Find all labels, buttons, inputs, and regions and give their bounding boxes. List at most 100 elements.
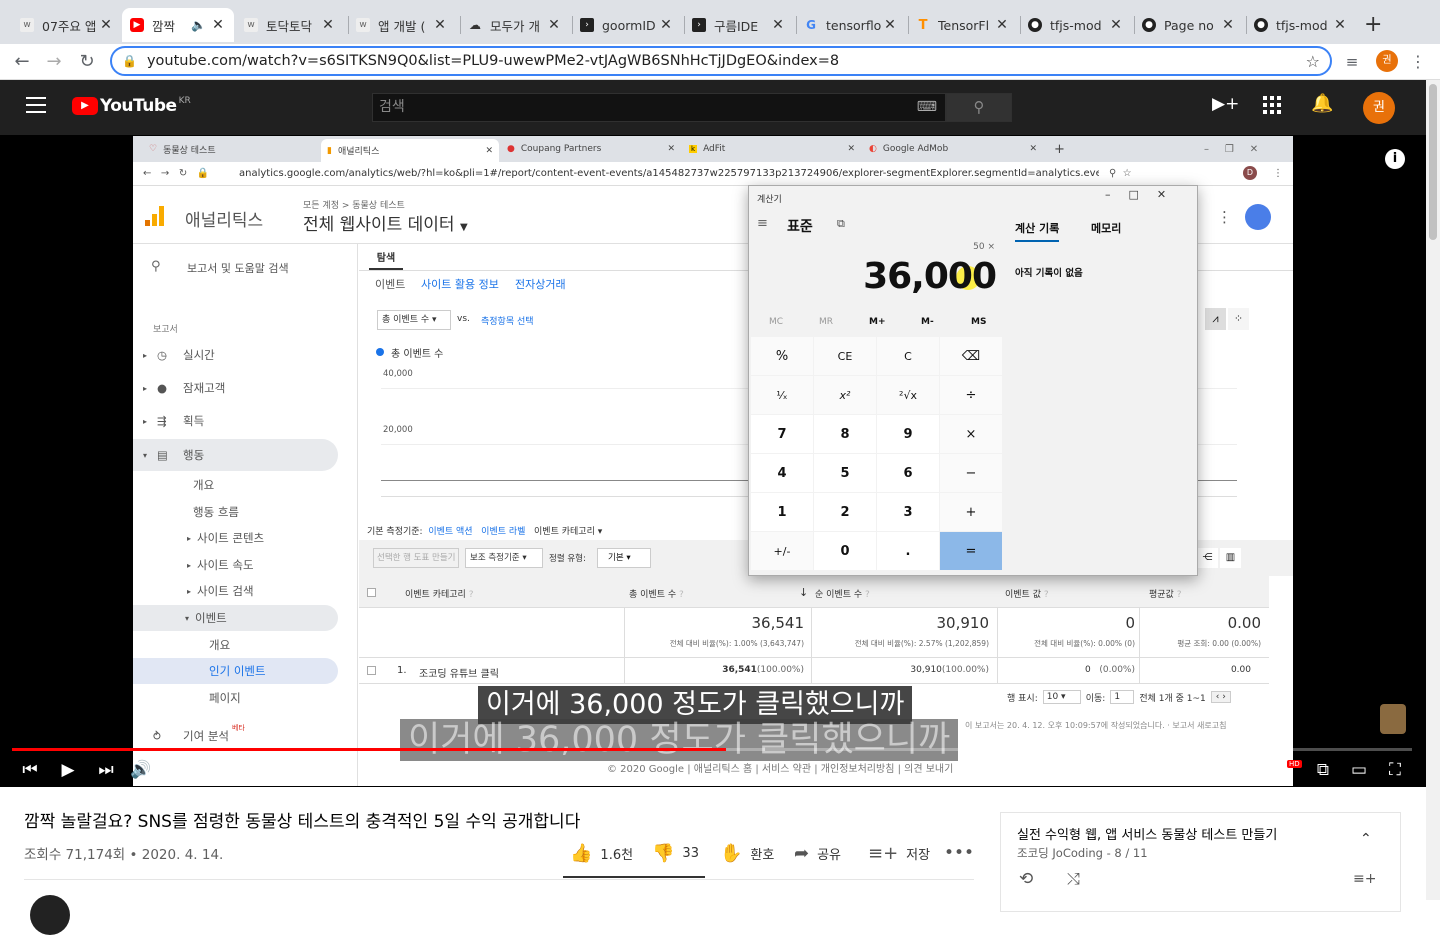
collapse-chevron-icon[interactable]: ⌃: [1360, 831, 1372, 847]
notifications-bell-icon[interactable]: 🔔: [1311, 93, 1333, 114]
new-tab-icon[interactable]: +: [1364, 12, 1382, 37]
menu-kebab-icon[interactable]: ⋮: [1406, 50, 1430, 74]
inner-tab-strip: ♡ 동물상 테스트 ▮ 애널리틱스 ✕ ● Coupang Partners ✕ k AdF…: [133, 136, 1293, 162]
create-video-icon[interactable]: ▶+: [1212, 94, 1239, 114]
github-icon: ●: [1028, 18, 1042, 32]
col-unique-events: 순 이벤트 수 ?: [815, 590, 870, 600]
keyboard-icon[interactable]: ⌨: [917, 94, 937, 121]
close-tab-icon[interactable]: ✕: [882, 17, 898, 33]
nav-label: 잠재고객: [183, 381, 226, 395]
nav-events: ▾ 이벤트: [133, 605, 338, 631]
inner-window-controls: – ❐ ✕: [1204, 143, 1259, 155]
fullscreen-icon[interactable]: ⛶: [1382, 760, 1408, 780]
sentiment-bar: [563, 876, 705, 878]
close-tab-icon[interactable]: ✕: [98, 17, 114, 33]
close-tab-icon[interactable]: ✕: [432, 17, 448, 33]
video-title: 깜짝 놀랄걸요? SNS를 점령한 동물상 테스트의 충격적인 5일 수익 공개…: [24, 812, 581, 832]
youtube-logo[interactable]: ▶ YouTube KR: [72, 96, 191, 116]
m-plus-button: M+: [869, 317, 886, 327]
subtitles-icon[interactable]: ▤: [1238, 760, 1264, 780]
key-equals: =: [940, 532, 1002, 570]
primary-dimension: 기본 측정기준: 이벤트 액션 이벤트 라벨 이벤트 카테고리 ▾: [367, 527, 603, 537]
browser-tab[interactable]: T TensorFl ✕: [908, 8, 1018, 42]
menu-icon: ≡: [757, 216, 768, 231]
browser-tab[interactable]: w 07주요 앱 ✕: [12, 8, 122, 42]
key-percent: %: [751, 337, 813, 375]
browser-tab[interactable]: ☁ 모두가 개 ✕: [460, 8, 570, 42]
playlist-title[interactable]: 실전 수익형 웹, 앱 서비스 동물상 테스트 만들기: [1017, 824, 1277, 843]
close-tab-icon[interactable]: ✕: [1108, 17, 1124, 33]
profile-avatar[interactable]: 권: [1376, 50, 1398, 72]
more-actions-icon[interactable]: •••: [944, 843, 974, 863]
channel-watermark[interactable]: [1380, 704, 1406, 734]
volume-icon[interactable]: 🔊: [128, 760, 154, 780]
url-text[interactable]: youtube.com/watch?v=s6SITKSN9Q0&list=PLU…: [147, 53, 1306, 69]
speaker-icon[interactable]: 🔈: [191, 18, 206, 32]
channel-avatar[interactable]: [30, 895, 70, 935]
table-row: 1. 조코딩 유튜브 클릭 36,541(100.00%) 30,910(100…: [359, 658, 1269, 684]
total-events-sub: 전체 대비 비율(%): 1.00% (3,643,747): [669, 639, 804, 648]
key-3: 3: [877, 493, 939, 531]
close-tab-icon[interactable]: ✕: [1332, 17, 1348, 33]
browser-tab[interactable]: w 토닥토닥 ✕: [236, 8, 344, 42]
browser-tab[interactable]: w 앱 개발 (✕: [348, 8, 456, 42]
next-icon[interactable]: ⏭: [93, 760, 119, 780]
browser-tab[interactable]: › 구름IDE ✕: [684, 8, 794, 42]
browser-tab[interactable]: ● tfjs-mod ✕: [1020, 8, 1132, 42]
table-header: 이벤트 카테고리 ? 총 이벤트 수 ? ↓ 순 이벤트 수 ? 이벤트 값 ?…: [359, 576, 1269, 608]
inner-tab: ♡ 동물상 테스트: [149, 144, 216, 156]
inner-tab-label: 애널리틱스: [337, 147, 380, 157]
previous-icon[interactable]: ⏮: [17, 760, 43, 780]
rows-label: 행 표시:: [1007, 693, 1038, 704]
close-tab-icon[interactable]: ✕: [658, 17, 674, 33]
account-avatar[interactable]: 권: [1363, 92, 1395, 124]
dislike-button[interactable]: 👎 33: [652, 843, 699, 864]
browser-tab[interactable]: ● Page no ✕: [1134, 8, 1244, 42]
browser-tab[interactable]: ● tfjs-mod ✕: [1246, 8, 1356, 42]
playlist-menu-icon[interactable]: ≡+: [1353, 871, 1376, 887]
close-tab-icon[interactable]: ✕: [1220, 17, 1236, 33]
search-input[interactable]: 검색 ⌨: [372, 93, 946, 122]
hd-badge: HD: [1287, 760, 1302, 768]
col-total-events: 총 이벤트 수 ?: [629, 590, 684, 600]
thanks-button[interactable]: ✋ 환호: [720, 843, 774, 864]
table-totals: 36,541 전체 대비 비율(%): 1.00% (3,643,747) 30…: [359, 608, 1269, 684]
omnibox[interactable]: 🔒 youtube.com/watch?v=s6SITKSN9Q0&list=P…: [110, 46, 1332, 76]
browser-tab[interactable]: › goormID ✕: [572, 8, 682, 42]
thumbs-down-icon: 👎: [652, 843, 675, 864]
event-value-total: 0: [1125, 614, 1135, 632]
inner-new-tab-icon: +: [1054, 141, 1065, 157]
reload-icon[interactable]: ↻: [75, 50, 99, 74]
bookmark-star-icon[interactable]: ☆: [1306, 52, 1320, 71]
back-icon[interactable]: ←: [10, 50, 34, 74]
theater-mode-icon[interactable]: ▭: [1346, 760, 1372, 780]
browser-tab[interactable]: Gtensorflo ✕: [796, 8, 906, 42]
subtab-ecommerce: 전자상거래: [515, 278, 566, 291]
save-button[interactable]: ≡+ 저장: [868, 843, 930, 864]
scrollbar-thumb[interactable]: [1429, 84, 1437, 240]
close-tab-icon[interactable]: ✕: [546, 17, 562, 33]
close-tab-icon[interactable]: ✕: [994, 17, 1010, 33]
play-icon[interactable]: ▶: [55, 760, 81, 780]
loop-icon[interactable]: ⟲: [1019, 869, 1033, 889]
inner-tab-label: AdFit: [703, 144, 726, 154]
close-tab-icon[interactable]: ✕: [320, 17, 336, 33]
browser-tab-active[interactable]: ▶ 깜짝 🔈 ✕: [122, 8, 234, 42]
search-button[interactable]: ⚲: [946, 93, 1012, 122]
legend-dot: [376, 348, 384, 356]
apps-grid-icon[interactable]: [1263, 96, 1281, 114]
col-unique-label: 순 이벤트 수: [815, 590, 863, 600]
nav-label: 사이트 검색: [197, 584, 254, 598]
hamburger-menu-icon[interactable]: [26, 97, 46, 113]
info-icon[interactable]: i: [1385, 149, 1405, 169]
shuffle-icon[interactable]: ⤭: [1067, 869, 1080, 889]
close-tab-icon[interactable]: ✕: [770, 17, 786, 33]
super-thanks-icon: ✋: [720, 843, 743, 864]
forward-icon[interactable]: →: [42, 50, 66, 74]
close-tab-icon[interactable]: ✕: [210, 17, 226, 33]
media-control-icon[interactable]: ≡: [1340, 50, 1364, 74]
like-button[interactable]: 👍 1.6천: [570, 843, 633, 864]
share-button[interactable]: ➦ 공유: [794, 843, 841, 864]
miniplayer-icon[interactable]: ⧉: [1310, 760, 1336, 780]
key-minus: −: [940, 454, 1002, 492]
